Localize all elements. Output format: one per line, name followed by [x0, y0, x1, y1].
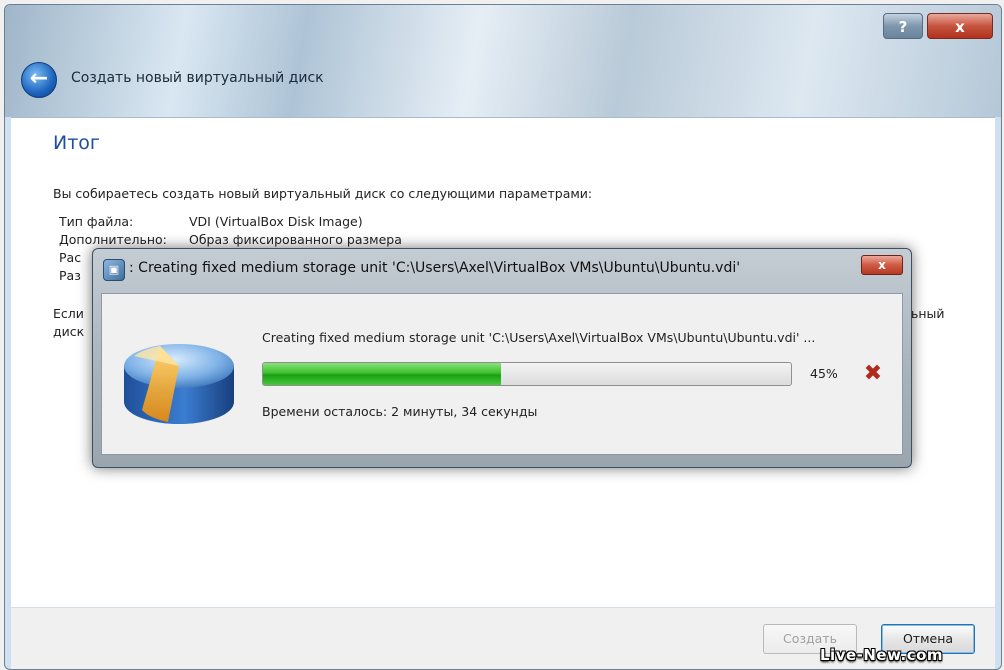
page-heading: Итог: [53, 132, 100, 154]
progress-percent: 45%: [810, 366, 838, 381]
wizard-title: Создать новый виртуальный диск: [71, 70, 324, 86]
dialog-close-button[interactable]: x: [861, 255, 903, 275]
summary-intro: Вы собираетесь создать новый виртуальный…: [53, 186, 593, 201]
partial-text: диск: [53, 324, 85, 339]
virtualbox-icon: ▣: [103, 259, 125, 281]
partial-text: Если: [53, 306, 84, 321]
progress-dialog-body: Creating fixed medium storage unit 'C:\U…: [101, 293, 903, 455]
param-label: Дополнительно:: [59, 232, 167, 247]
param-row: Дополнительно: Образ фиксированного разме…: [59, 232, 402, 247]
param-row: Тип файла: VDI (VirtualBox Disk Image): [59, 214, 363, 229]
param-value: Образ фиксированного размера: [189, 232, 402, 247]
screen: ? x ← Создать новый виртуальный диск Ито…: [0, 0, 1004, 670]
progress-fill: [263, 363, 501, 385]
partial-text: ьный: [911, 306, 945, 321]
cancel-x-icon[interactable]: ✖: [862, 362, 884, 386]
operation-text: Creating fixed medium storage unit 'C:\U…: [262, 330, 816, 345]
param-value: VDI (VirtualBox Disk Image): [189, 214, 363, 229]
time-remaining: Времени осталось: 2 минуты, 34 секунды: [262, 404, 538, 419]
param-label: Тип файла:: [59, 214, 134, 229]
close-button[interactable]: x: [927, 13, 993, 39]
progress-dialog: ▣ : Creating fixed medium storage unit '…: [92, 248, 912, 468]
wizard-titlebar: ? x ← Создать новый виртуальный диск: [5, 5, 1001, 117]
disk-icon: [124, 344, 234, 424]
help-button[interactable]: ?: [883, 13, 923, 39]
progress-dialog-title: : Creating fixed medium storage unit 'C:…: [129, 260, 741, 276]
back-arrow-icon[interactable]: ←: [21, 62, 57, 98]
watermark: Live-New.com: [820, 646, 944, 664]
progress-bar: [262, 362, 792, 386]
